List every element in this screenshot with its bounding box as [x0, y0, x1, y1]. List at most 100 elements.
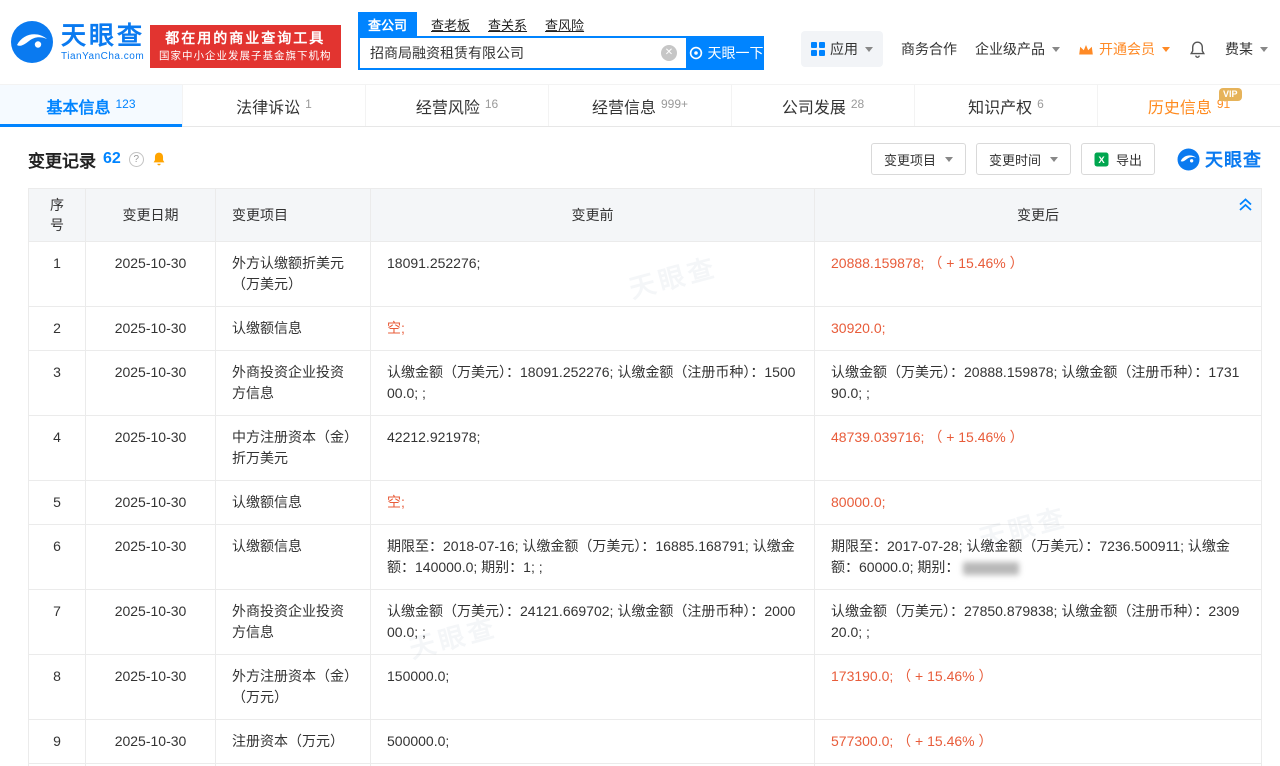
clear-icon[interactable]: ✕	[661, 45, 677, 61]
cell-date: 2025-10-30	[86, 351, 216, 416]
section-brand-label: 天眼查	[1205, 146, 1262, 172]
search-button-icon	[689, 46, 703, 60]
tianyancha-logo[interactable]: 天眼查 TianYanCha.com	[10, 20, 145, 64]
tianyancha-logo-icon	[1177, 148, 1200, 171]
cell-index: 2	[29, 307, 86, 351]
cell-before: 500000.0;	[371, 720, 815, 764]
search-type-tabs: 查公司查老板查关系查风险	[358, 13, 764, 35]
nav-tab-2[interactable]: 经营风险16	[365, 85, 548, 126]
cell-after: 期限至：2017-07-28; 认缴金额（万美元）：7236.500911; 认…	[815, 525, 1262, 590]
table-row: 72025-10-30外商投资企业投资方信息认缴金额（万美元）：24121.66…	[29, 590, 1262, 655]
table-row: 82025-10-30外方注册资本（金）（万元）150000.0;173190.…	[29, 655, 1262, 720]
nav-tab-count: 123	[115, 97, 135, 111]
collapse-icon[interactable]	[1238, 198, 1253, 211]
section-count: 62	[103, 150, 121, 168]
nav-tab-1[interactable]: 法律诉讼1	[182, 85, 365, 126]
cell-after: 20888.159878; （ + 15.46% ）	[815, 242, 1262, 307]
cell-before: 认缴金额（万美元）：24121.669702; 认缴金额（注册币种）：20000…	[371, 590, 815, 655]
search-type-tab-1[interactable]: 查老板	[431, 15, 470, 34]
apps-grid-icon	[811, 42, 825, 56]
cell-date: 2025-10-30	[86, 655, 216, 720]
enterprise-products-menu[interactable]: 企业级产品	[975, 39, 1060, 59]
cell-before: 空;	[371, 481, 815, 525]
chevron-down-icon	[1050, 157, 1058, 162]
filter-change-item-button[interactable]: 变更项目	[871, 143, 966, 175]
cell-after: 80000.0;	[815, 481, 1262, 525]
cell-date: 2025-10-30	[86, 242, 216, 307]
promo-line2: 国家中小企业发展子基金旗下机构	[159, 49, 332, 63]
cell-before: 认缴金额（万美元）：18091.252276; 认缴金额（注册币种）：15000…	[371, 351, 815, 416]
search-type-tab-0[interactable]: 查公司	[358, 12, 417, 37]
search-input[interactable]	[360, 38, 686, 68]
main-nav-tabs: 基本信息123法律诉讼1经营风险16经营信息999+公司发展28知识产权6历史信…	[0, 84, 1280, 127]
search-type-tab-3[interactable]: 查风险	[545, 15, 584, 34]
search-box: ✕	[358, 36, 688, 70]
user-menu[interactable]: 费某	[1225, 39, 1268, 59]
nav-tab-label: 历史信息	[1148, 94, 1212, 118]
section-title: 变更记录	[28, 147, 96, 172]
table-row: 22025-10-30认缴额信息空;30920.0;	[29, 307, 1262, 351]
vip-badge: VIP	[1219, 88, 1242, 101]
business-cooperation-link[interactable]: 商务合作	[901, 39, 957, 59]
cell-before: 42212.921978;	[371, 416, 815, 481]
cell-date: 2025-10-30	[86, 307, 216, 351]
search-button-label: 天眼一下	[708, 43, 764, 63]
change-table: 序号变更日期变更项目变更前变更后 12025-10-30外方认缴额折美元（万美元…	[28, 188, 1262, 766]
cell-item: 注册资本（万元）	[216, 720, 371, 764]
table-row: 92025-10-30注册资本（万元）500000.0;577300.0; （ …	[29, 720, 1262, 764]
chevron-down-icon	[1260, 47, 1268, 52]
column-header: 变更日期	[86, 189, 216, 242]
subscribe-bell-icon[interactable]	[151, 151, 167, 167]
cell-item: 中方注册资本（金）折万美元	[216, 416, 371, 481]
nav-tab-label: 公司发展	[782, 94, 846, 118]
open-vip-menu[interactable]: 开通会员	[1078, 39, 1170, 59]
help-icon[interactable]: ?	[129, 152, 144, 167]
notification-bell[interactable]	[1188, 40, 1207, 59]
cell-before: 空;	[371, 307, 815, 351]
nav-tab-0[interactable]: 基本信息123	[0, 85, 182, 126]
cell-date: 2025-10-30	[86, 590, 216, 655]
cell-index: 4	[29, 416, 86, 481]
filter-change-time-button[interactable]: 变更时间	[976, 143, 1071, 175]
cell-before: 18091.252276;	[371, 242, 815, 307]
table-row: 12025-10-30外方认缴额折美元（万美元）18091.252276;208…	[29, 242, 1262, 307]
promo-banner: 都在用的商业查询工具 国家中小企业发展子基金旗下机构	[150, 25, 341, 68]
cell-item: 外商投资企业投资方信息	[216, 351, 371, 416]
nav-tab-6[interactable]: 历史信息91VIP	[1097, 85, 1280, 126]
cell-index: 6	[29, 525, 86, 590]
cell-index: 1	[29, 242, 86, 307]
column-header: 序号	[29, 189, 86, 242]
cell-item: 认缴额信息	[216, 481, 371, 525]
nav-tab-5[interactable]: 知识产权6	[914, 85, 1097, 126]
cell-item: 外方认缴额折美元（万美元）	[216, 242, 371, 307]
table-row: 42025-10-30中方注册资本（金）折万美元42212.921978;487…	[29, 416, 1262, 481]
nav-tab-3[interactable]: 经营信息999+	[548, 85, 731, 126]
change-table-head-row: 序号变更日期变更项目变更前变更后	[29, 189, 1262, 242]
promo-line1: 都在用的商业查询工具	[159, 30, 332, 47]
search-type-tab-2[interactable]: 查关系	[488, 15, 527, 34]
cell-item: 认缴额信息	[216, 307, 371, 351]
cell-index: 8	[29, 655, 86, 720]
nav-tab-4[interactable]: 公司发展 28	[731, 85, 914, 126]
apps-label: 应用	[830, 39, 858, 59]
cell-after: 认缴金额（万美元）：27850.879838; 认缴金额（注册币种）：23092…	[815, 590, 1262, 655]
open-vip-label: 开通会员	[1099, 39, 1155, 59]
nav-tab-count: 28	[851, 97, 864, 111]
nav-tab-label: 法律诉讼	[236, 94, 300, 118]
cell-date: 2025-10-30	[86, 416, 216, 481]
export-button[interactable]: X 导出	[1081, 143, 1155, 175]
top-header: 天眼查 TianYanCha.com 都在用的商业查询工具 国家中小企业发展子基…	[0, 0, 1280, 84]
cell-after: 173190.0; （ + 15.46% ）	[815, 655, 1262, 720]
cell-item: 外商投资企业投资方信息	[216, 590, 371, 655]
svg-text:X: X	[1098, 155, 1105, 166]
filter-change-time-label: 变更时间	[989, 150, 1041, 169]
brand-name: 天眼查	[61, 23, 145, 50]
export-label: 导出	[1116, 150, 1142, 169]
tianyancha-logo-icon	[10, 20, 54, 64]
cell-item: 外方注册资本（金）（万元）	[216, 655, 371, 720]
search-button[interactable]: 天眼一下	[688, 36, 764, 70]
nav-tab-count: 6	[1037, 97, 1044, 111]
change-table-body: 12025-10-30外方认缴额折美元（万美元）18091.252276;208…	[29, 242, 1262, 766]
apps-menu[interactable]: 应用	[801, 31, 883, 67]
cell-before: 期限至：2018-07-16; 认缴金额（万美元）：16885.168791; …	[371, 525, 815, 590]
